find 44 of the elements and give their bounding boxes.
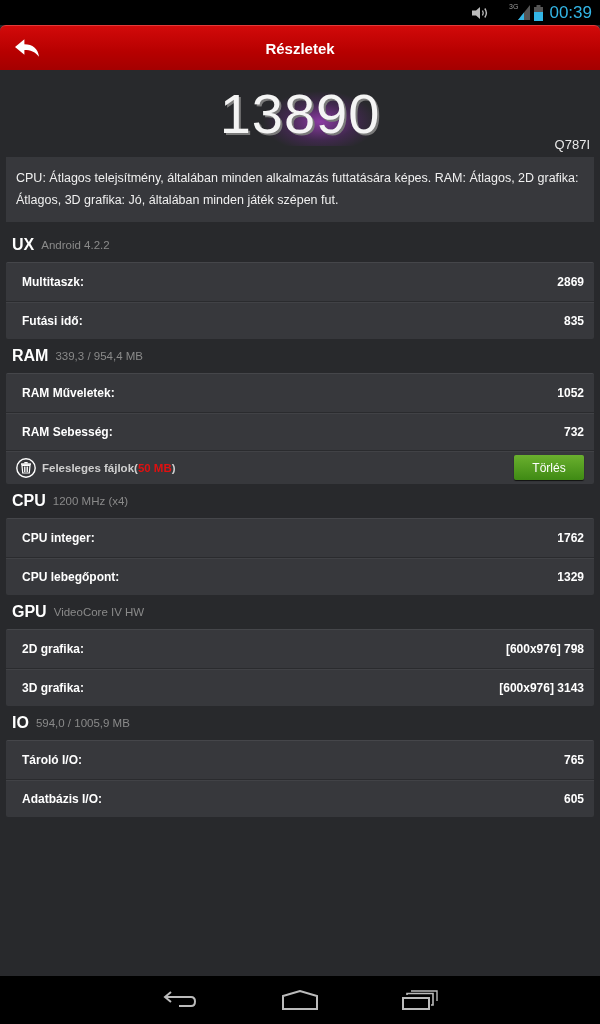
back-icon bbox=[163, 991, 197, 1009]
junk-files-label: Felesleges fájlok(50 MB) bbox=[42, 461, 176, 474]
section-title: IO bbox=[12, 714, 29, 732]
metric-value: 605 bbox=[563, 791, 584, 806]
result-description: CPU: Átlagos telejsítmény, általában minden alkalmazás futtatására képes. RAM: Átlagos, 2D grafika: Átlagos, 3D grafika: Jó, általában minden játék szépen fut. bbox=[6, 157, 594, 222]
home-icon bbox=[282, 990, 318, 1010]
page-title: Részletek bbox=[265, 39, 335, 57]
metric-value: 1762 bbox=[557, 531, 584, 545]
metric-label: Futási idő: bbox=[21, 313, 83, 328]
section-title: CPU bbox=[12, 492, 46, 510]
metric-label: Adatbázis I/O: bbox=[21, 791, 102, 806]
signal-icon bbox=[518, 5, 531, 20]
section-subtitle: 1200 MHz (x4) bbox=[52, 495, 129, 507]
metric-label: 2D grafika: bbox=[21, 642, 85, 656]
section-title: UX bbox=[12, 236, 35, 254]
recent-apps-icon bbox=[402, 990, 438, 1010]
metric-value: 765 bbox=[563, 753, 584, 767]
metric-label: 3D grafika: bbox=[21, 680, 85, 695]
metric-label: CPU integer: bbox=[21, 531, 95, 545]
delete-button[interactable]: Törlés bbox=[514, 455, 584, 480]
section-subtitle: 594,0 / 1005,9 MB bbox=[35, 717, 130, 729]
section-subtitle: VideoCore IV HW bbox=[53, 606, 145, 618]
trash-icon bbox=[16, 457, 36, 478]
section-subtitle: Android 4.2.2 bbox=[41, 239, 110, 251]
metric-label: RAM Sebesség: bbox=[21, 424, 113, 439]
metric-value: 1052 bbox=[557, 386, 584, 400]
section-title: GPU bbox=[12, 603, 47, 621]
metric-label: Multitaszk: bbox=[21, 275, 84, 289]
metric-value: 835 bbox=[563, 313, 584, 328]
metric-value: 1329 bbox=[557, 569, 584, 584]
metric-value: 2869 bbox=[557, 275, 584, 289]
battery-icon bbox=[534, 4, 544, 21]
metric-label: CPU lebegőpont: bbox=[21, 569, 120, 584]
metric-value: 732 bbox=[563, 424, 584, 439]
metric-label: Tároló I/O: bbox=[21, 753, 82, 767]
metric-label: RAM Műveletek: bbox=[21, 386, 115, 400]
metric-value: [600x976] 3143 bbox=[499, 680, 584, 695]
metric-value: [600x976] 798 bbox=[505, 642, 584, 656]
back-icon bbox=[15, 38, 39, 58]
section-subtitle: 339,3 / 954,4 MB bbox=[55, 350, 144, 362]
volume-icon bbox=[472, 5, 490, 20]
section-title: RAM bbox=[12, 347, 49, 365]
clock: 00:39 bbox=[549, 2, 592, 24]
device-model: Q787I bbox=[554, 137, 590, 152]
